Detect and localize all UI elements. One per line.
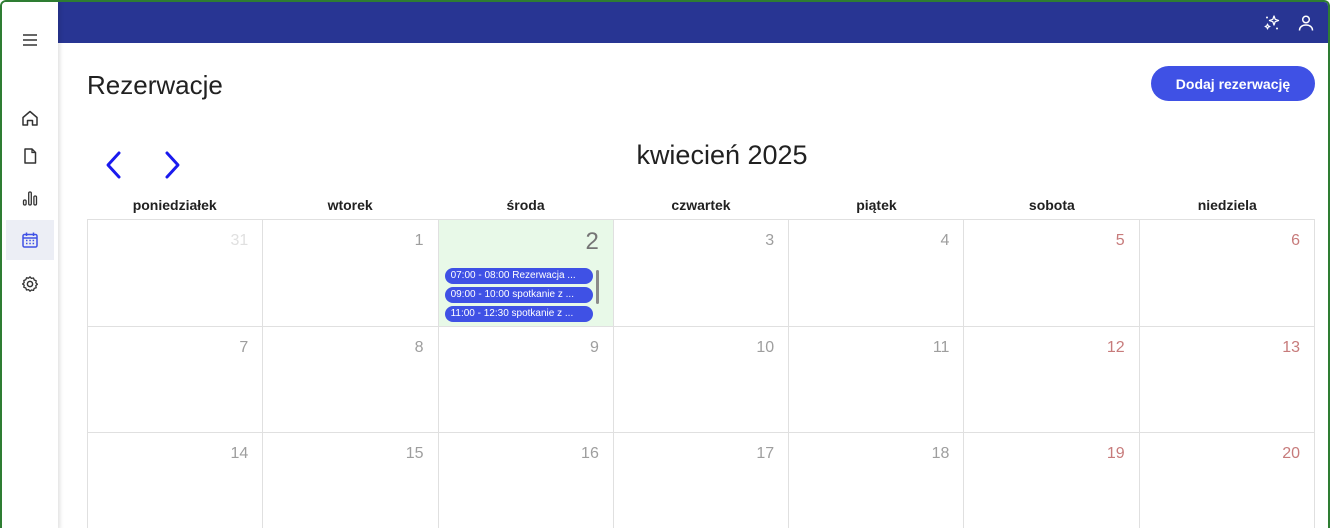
day-number: 1: [414, 232, 424, 249]
day-number: 20: [1282, 445, 1300, 462]
calendar-day-cell[interactable]: 20: [1140, 433, 1315, 528]
day-number: 4: [940, 232, 950, 249]
calendar-day-cell[interactable]: 5: [964, 220, 1140, 327]
day-number: 2: [585, 228, 599, 255]
add-reservation-button[interactable]: Dodaj rezerwację: [1151, 66, 1315, 101]
home-icon: [22, 110, 38, 126]
gear-icon: [21, 276, 39, 292]
calendar-day-cell[interactable]: 13: [1139, 327, 1315, 433]
calendar-day-cell[interactable]: 10: [613, 327, 790, 433]
calendar-day-cell[interactable]: 1: [263, 220, 439, 327]
sidebar-item-calendar[interactable]: [6, 220, 54, 260]
sparkles-icon: [1264, 15, 1280, 30]
sidebar-item-settings[interactable]: [6, 264, 54, 304]
day-number: 17: [756, 445, 775, 462]
weekday-label: niedziela: [1197, 197, 1257, 213]
sidebar-item-home[interactable]: [6, 98, 54, 138]
day-number: 31: [230, 232, 249, 249]
app-frame: Rezerwacje Dodaj rezerwację kwiecień 202…: [0, 0, 1330, 528]
sidebar-item-reports[interactable]: [6, 178, 54, 218]
weekday-header: poniedziałek wtorek środa czwartek piąte…: [87, 197, 1315, 213]
sidebar-item-documents[interactable]: [6, 136, 54, 176]
calendar-day-cell[interactable]: 17: [614, 433, 790, 528]
weekday-label: wtorek: [327, 197, 373, 213]
bar-chart-icon: [22, 191, 38, 206]
day-number: 12: [1106, 339, 1125, 356]
calendar-day-cell[interactable]: 15: [263, 433, 439, 528]
sidebar: [2, 2, 58, 528]
day-number: 9: [589, 339, 599, 356]
day-number: 15: [405, 445, 424, 462]
calendar-day-cell[interactable]: 14: [88, 433, 264, 528]
calendar-day-cell[interactable]: 16: [439, 433, 614, 528]
page-title: Rezerwacje: [87, 70, 223, 100]
calendar-day-cell[interactable]: 31: [88, 220, 264, 327]
day-number: 11: [932, 339, 950, 356]
user-account-button[interactable]: [1294, 11, 1318, 35]
calendar-day-cell[interactable]: 12: [964, 327, 1140, 433]
weekday-label: czwartek: [671, 197, 731, 213]
ai-assistant-button[interactable]: [1260, 11, 1284, 35]
calendar-day-cell[interactable]: 18: [789, 433, 965, 528]
calendar-day-cell[interactable]: 4: [789, 220, 965, 327]
day-number: 3: [765, 232, 775, 249]
menu-icon: [23, 34, 37, 46]
day-number: 5: [1115, 232, 1125, 249]
event-list-scrollbar[interactable]: [595, 270, 599, 304]
calendar-day-cell[interactable]: 6: [1139, 220, 1315, 327]
calendar-grid: 31 1 2 07:00 - 08:00 Rezerwacja ... 09:0…: [87, 219, 1315, 528]
day-number: 7: [239, 339, 249, 356]
calendar-day-cell[interactable]: 19: [964, 433, 1140, 528]
calendar-day-cell[interactable]: 9: [438, 327, 614, 433]
document-icon: [24, 148, 37, 164]
calendar-day-cell[interactable]: 11: [789, 327, 965, 433]
day-number: 10: [756, 339, 775, 356]
day-number: 6: [1291, 232, 1300, 249]
weekday-label: piątek: [856, 197, 897, 213]
event-list: 07:00 - 08:00 Rezerwacja ... 09:00 - 10:…: [444, 268, 593, 325]
calendar-day-cell[interactable]: 3: [613, 220, 790, 327]
day-number: 18: [931, 445, 950, 462]
event-chip[interactable]: 11:00 - 12:30 spotkanie z ...: [444, 306, 593, 322]
day-number: 16: [581, 445, 599, 462]
day-number: 19: [1106, 445, 1125, 462]
weekday-label: sobota: [1028, 197, 1075, 213]
calendar-day-cell[interactable]: 8: [263, 327, 439, 433]
weekday-label: środa: [506, 197, 545, 213]
user-icon: [1298, 15, 1314, 31]
day-number: 14: [230, 445, 249, 462]
calendar-day-cell[interactable]: 7: [88, 327, 264, 433]
menu-button[interactable]: [6, 20, 54, 60]
weekday-label: poniedziałek: [132, 197, 217, 213]
calendar-icon: [22, 232, 38, 248]
event-chip[interactable]: 09:00 - 10:00 spotkanie z ...: [444, 287, 593, 303]
month-title: kwiecień 2025: [636, 140, 808, 170]
event-chip[interactable]: 07:00 - 08:00 Rezerwacja ...: [444, 268, 593, 284]
day-number: 13: [1282, 339, 1300, 356]
calendar-day-cell-today[interactable]: 2 07:00 - 08:00 Rezerwacja ... 09:00 - 1…: [438, 220, 614, 327]
top-app-bar: [58, 2, 1328, 43]
day-number: 8: [414, 339, 424, 356]
